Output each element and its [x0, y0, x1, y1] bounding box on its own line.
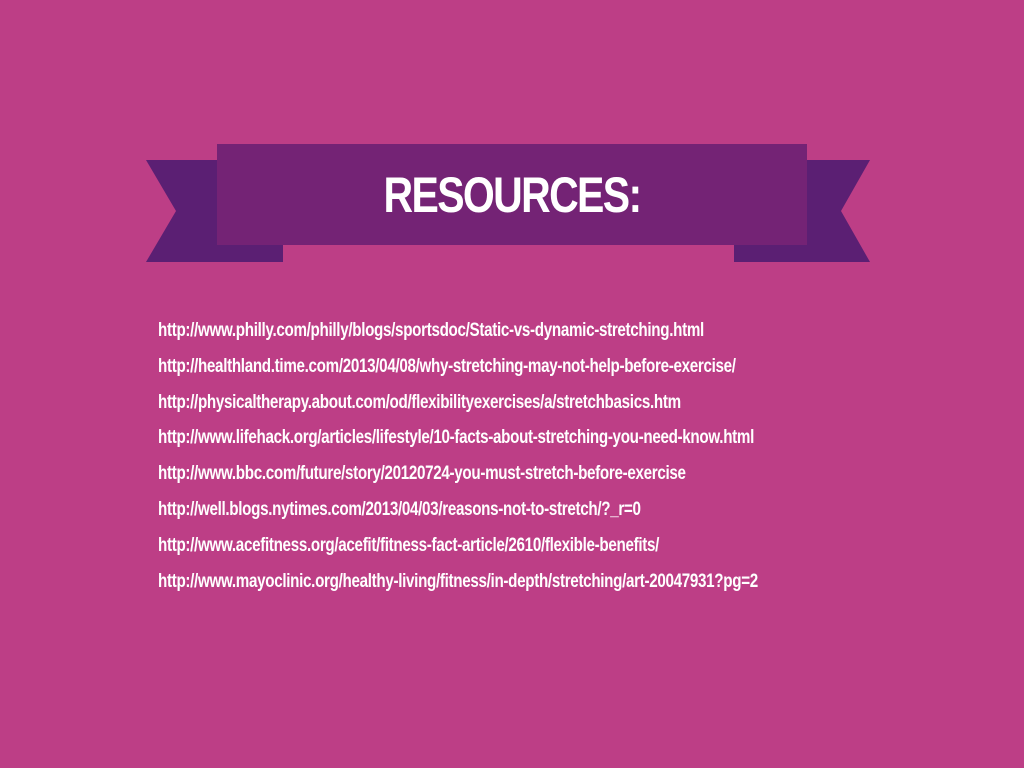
resource-link[interactable]: http://healthland.time.com/2013/04/08/wh… [158, 349, 736, 385]
page-title: RESOURCES: [383, 166, 643, 223]
resource-link[interactable]: http://www.acefitness.org/acefit/fitness… [158, 528, 659, 564]
list-item: http://physicaltherapy.about.com/od/flex… [158, 385, 918, 421]
resource-link[interactable]: http://www.mayoclinic.org/healthy-living… [158, 564, 758, 600]
resource-link[interactable]: http://www.bbc.com/future/story/20120724… [158, 456, 686, 492]
slide: RESOURCES: http://www.philly.com/philly/… [0, 0, 1024, 768]
list-item: http://www.acefitness.org/acefit/fitness… [158, 528, 918, 564]
list-item: http://healthland.time.com/2013/04/08/wh… [158, 349, 918, 385]
list-item: http://www.lifehack.org/articles/lifesty… [158, 420, 918, 456]
resource-link[interactable]: http://www.lifehack.org/articles/lifesty… [158, 420, 754, 456]
list-item: http://www.philly.com/philly/blogs/sport… [158, 313, 918, 349]
list-item: http://www.mayoclinic.org/healthy-living… [158, 564, 918, 600]
resource-list: http://www.philly.com/philly/blogs/sport… [158, 313, 918, 599]
list-item: http://www.bbc.com/future/story/20120724… [158, 456, 918, 492]
resource-link[interactable]: http://physicaltherapy.about.com/od/flex… [158, 385, 681, 421]
resource-link[interactable]: http://well.blogs.nytimes.com/2013/04/03… [158, 492, 641, 528]
list-item: http://well.blogs.nytimes.com/2013/04/03… [158, 492, 918, 528]
resource-link[interactable]: http://www.philly.com/philly/blogs/sport… [158, 313, 704, 349]
